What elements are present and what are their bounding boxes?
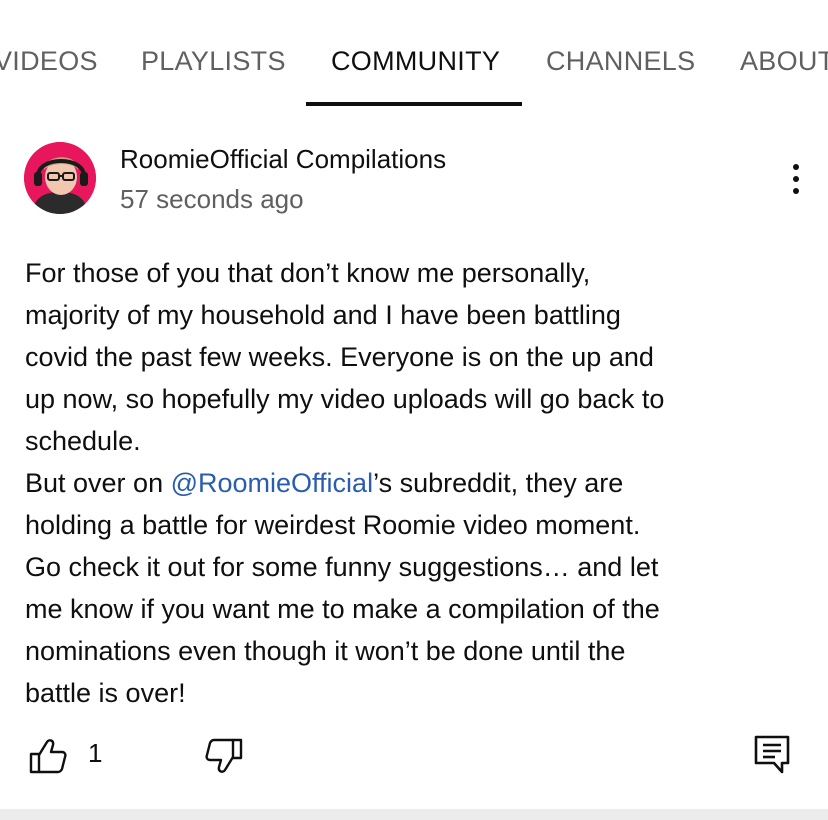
thumbs-up-icon [29,739,67,774]
post-text-line: holding a battle for weirdest Roomie vid… [25,510,641,540]
post-timestamp: 57 seconds ago [120,184,304,214]
section-divider [0,809,828,820]
more-vert-icon[interactable] [782,160,810,200]
like-count: 1 [88,738,103,768]
dislike-button[interactable] [202,734,246,778]
post-text-line: nominations even though it won’t be done… [25,636,626,666]
channel-name[interactable]: RoomieOfficial Compilations [120,144,446,175]
avatar[interactable] [24,142,96,214]
post-text-line: For those of you that don’t know me pers… [25,258,591,288]
comment-icon [754,735,790,774]
post-text-line: schedule. [25,426,141,456]
post-text-segment: But over on [25,468,171,498]
comment-button[interactable] [752,732,792,776]
post-text-line: me know if you want me to make a compila… [25,594,660,624]
mention-link[interactable]: @RoomieOfficial [171,468,373,498]
avatar-image [24,142,96,214]
post-text-line: battle is over! [25,678,186,708]
thumbs-down-icon [205,738,243,773]
post-text-line: up now, so hopefully my video uploads wi… [25,384,665,414]
post-text: For those of you that don’t know me pers… [25,252,815,714]
post-text-segment: ’s subreddit, they are [373,468,624,498]
post-text-line: Go check it out for some funny suggestio… [25,552,659,582]
post-text-line: covid the past few weeks. Everyone is on… [25,342,654,372]
tab-videos[interactable]: VIDEOS [0,46,98,77]
post-text-line: But over on @RoomieOfficial’s subreddit,… [25,462,815,504]
tab-about[interactable]: ABOUT [740,46,828,77]
active-tab-indicator [306,102,522,106]
post-text-line: majority of my household and I have been… [25,300,621,330]
channel-tabs: VIDEOS PLAYLISTS COMMUNITY CHANNELS ABOU… [0,0,828,106]
tab-community[interactable]: COMMUNITY [331,46,500,77]
tab-channels[interactable]: CHANNELS [546,46,695,77]
like-button[interactable] [26,734,70,778]
tab-playlists[interactable]: PLAYLISTS [141,46,286,77]
